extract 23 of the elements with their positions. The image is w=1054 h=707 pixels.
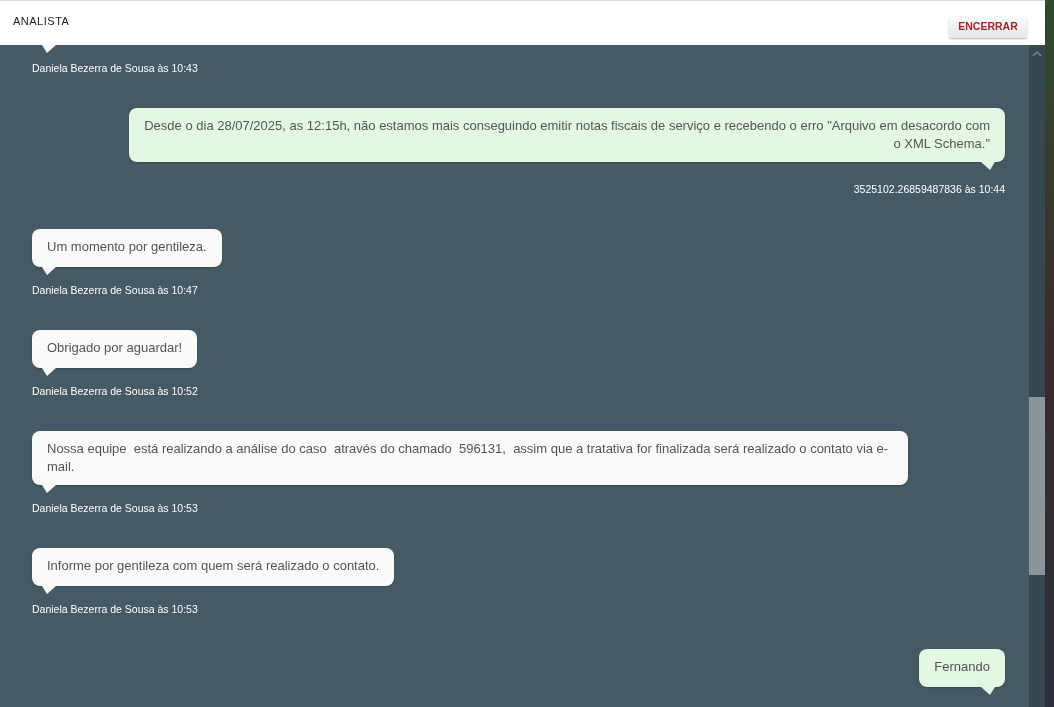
scroll-thumb[interactable]: [1029, 397, 1045, 575]
bubble-tail-icon: [42, 485, 56, 493]
message-bubble: Nossa equipe está realizando a análise do caso através do chamado 596131, assim que a tratativa for finalizada será realizado o contato via e-mail.: [32, 431, 908, 485]
message-bubble: Um momento por gentileza.: [32, 229, 222, 267]
message-meta: Daniela Bezerra de Sousa às 10:47: [32, 283, 198, 297]
message-meta: Daniela Bezerra de Sousa às 10:43: [32, 61, 198, 75]
message-bubble: Informe por gentileza com quem será realizado o contato.: [32, 548, 395, 586]
message-meta: Daniela Bezerra de Sousa às 10:53: [32, 501, 198, 515]
scroll-up-icon[interactable]: [1032, 51, 1042, 57]
message-meta: Daniela Bezerra de Sousa às 10:53: [32, 602, 198, 616]
message-meta: 3525102.26859487836 às 10:44: [853, 182, 1005, 196]
bubble-tail-icon: [42, 368, 56, 376]
message-bubble: Fernando: [919, 649, 1005, 687]
bubble-tail-icon: [981, 162, 995, 170]
message-bubble: Desde o dia 28/07/2025, as 12:15h, não estamos mais conseguindo emitir notas fiscais de serviço e recebendo o erro "Arquivo em desacordo com o XML Schema.": [129, 108, 1005, 162]
scrollbar[interactable]: [1029, 45, 1045, 707]
bubble-tail-icon: [42, 586, 56, 594]
end-button[interactable]: ENCERRAR: [949, 16, 1027, 38]
bubble-tail-icon: [981, 687, 995, 695]
message-meta: Daniela Bezerra de Sousa às 10:52: [32, 384, 198, 398]
bubble-tail-icon: [42, 267, 56, 275]
header-title: ANALISTA: [13, 14, 70, 30]
message-bubble: Obrigado por aguardar!: [32, 330, 198, 368]
